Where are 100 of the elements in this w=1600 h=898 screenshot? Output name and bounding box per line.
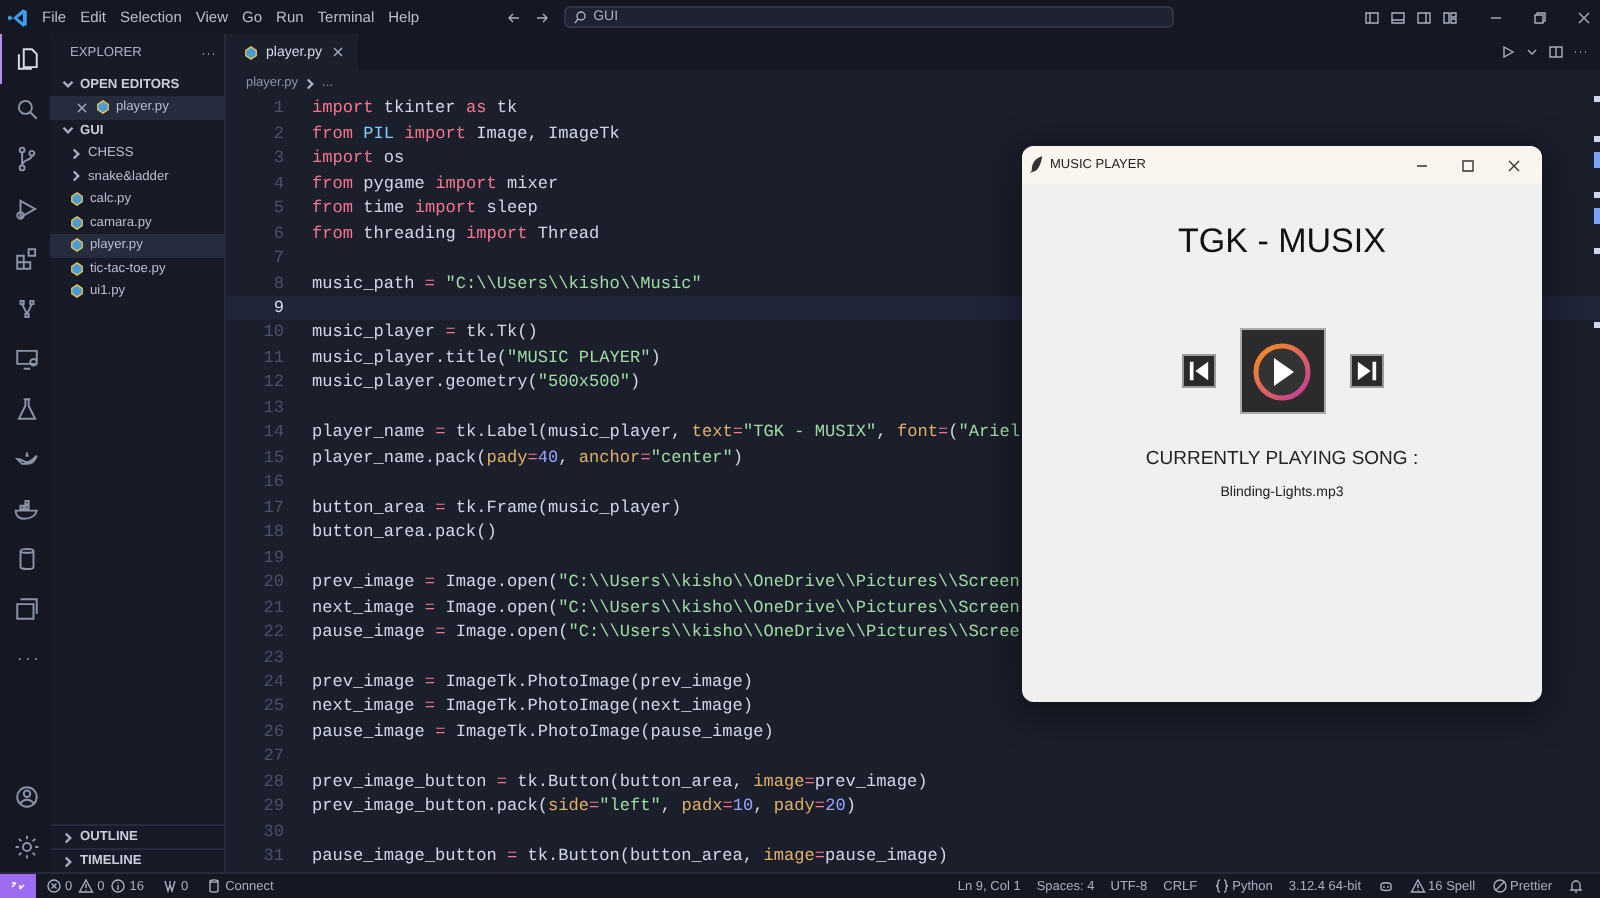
code-line: pause_image = Image.open("C:\\Users\\kisho\\OneDrive\\Pictures\\Scree: [312, 622, 1020, 643]
line-number: 10: [261, 322, 284, 343]
previous-button[interactable]: [1181, 354, 1215, 388]
info-icon[interactable]: [110, 878, 127, 894]
search-icon: [573, 9, 590, 25]
run-icon[interactable]: [1500, 44, 1516, 60]
code-line: player_name = tk.Label(music_player, text="TGK - MUSIX", font=("Ariel: [312, 422, 1021, 443]
code-line: music_player.geometry("500x500"): [312, 372, 641, 393]
line-number: 11: [261, 347, 284, 368]
source-control-icon[interactable]: [13, 146, 39, 172]
code-line: music_path = "C:\\Users\\kisho\\Music": [312, 273, 702, 294]
warning-icon[interactable]: [78, 878, 95, 894]
close-icon[interactable]: [1506, 157, 1522, 173]
monitor-icon[interactable]: [13, 346, 39, 372]
caret-icon[interactable]: [1524, 44, 1540, 60]
flask-icon[interactable]: [13, 396, 39, 422]
close-icon[interactable]: [1576, 9, 1592, 25]
line-number: 18: [261, 522, 284, 543]
line-number: 22: [261, 622, 284, 643]
line-number: 23: [261, 647, 284, 668]
line-number: 9: [271, 297, 284, 318]
line-number: 13: [261, 397, 284, 418]
code-line: from time import sleep: [312, 198, 538, 219]
code-line: next_image = ImageTk.PhotoImage(next_image): [312, 696, 754, 717]
close-icon[interactable]: [74, 99, 90, 116]
python-file-icon: [244, 45, 258, 59]
line-number: 6: [271, 223, 284, 244]
forward-arrow-icon[interactable]: [533, 9, 550, 25]
line-number: 3: [271, 148, 284, 169]
error-icon[interactable]: [46, 878, 62, 894]
copilot-icon[interactable]: [1377, 878, 1394, 894]
line-number: 1: [271, 98, 284, 119]
code-line: player_name.pack(pady=40, anchor="center"): [312, 447, 744, 468]
code-line: from pygame import mixer: [312, 173, 559, 194]
line-number: 27: [261, 746, 284, 767]
line-number: 5: [271, 198, 284, 219]
extensions-icon[interactable]: [13, 246, 39, 272]
line-number: 7: [271, 248, 284, 269]
code-line: import os: [312, 148, 405, 169]
line-number: 8: [271, 273, 284, 294]
settings-icon[interactable]: [13, 834, 39, 860]
code-line: prev_image = ImageTk.PhotoImage(prev_image): [312, 672, 754, 693]
line-number: 12: [261, 372, 284, 393]
code-line: from threading import Thread: [312, 223, 600, 244]
split-editor-icon[interactable]: [1548, 44, 1564, 60]
code-line: button_area = tk.Frame(music_player): [312, 497, 682, 518]
files-icon[interactable]: [13, 46, 39, 72]
line-number: 16: [261, 472, 284, 493]
chevron-icon: [62, 78, 74, 91]
line-number: 2: [271, 123, 284, 144]
close-icon[interactable]: [330, 44, 347, 60]
line-number: 24: [261, 672, 284, 693]
code-line: pause_image_button = tk.Button(button_area, image=pause_image): [312, 846, 949, 867]
next-button[interactable]: [1349, 354, 1383, 388]
account-icon[interactable]: [13, 784, 39, 810]
remote-button[interactable]: [0, 874, 36, 898]
play-button[interactable]: [1239, 328, 1325, 414]
chevron-icon: [304, 77, 317, 89]
code-line: import tkinter as tk: [312, 98, 518, 119]
play-icon: [1250, 339, 1314, 403]
line-number: 28: [261, 771, 284, 792]
whale-icon[interactable]: [13, 496, 39, 522]
line-number: 31: [261, 846, 284, 867]
code-line: from PIL import Image, ImageTk: [312, 123, 620, 144]
restore-icon[interactable]: [1532, 9, 1548, 25]
run-debug-icon[interactable]: [13, 196, 39, 222]
cylinder-icon[interactable]: [206, 878, 223, 894]
line-number: 19: [261, 547, 284, 568]
line-number: 4: [271, 173, 284, 194]
line-number: 25: [261, 696, 284, 717]
line-number: 14: [261, 422, 284, 443]
windows-icon[interactable]: [13, 596, 39, 622]
bell-icon[interactable]: [1568, 878, 1584, 894]
sidebar-layout-icon[interactable]: [1364, 9, 1380, 25]
panel-layout-icon[interactable]: [1390, 9, 1406, 25]
secondary-sidebar-icon[interactable]: [1416, 9, 1432, 25]
skip-back-icon: [1187, 360, 1209, 382]
line-number: 17: [261, 497, 284, 518]
line-number: 15: [261, 447, 284, 468]
code-line: prev_image_button = tk.Button(button_area, image=prev_image): [312, 771, 928, 792]
line-number: 20: [261, 572, 284, 593]
layout-grid-icon[interactable]: [1442, 9, 1458, 25]
back-arrow-icon[interactable]: [505, 9, 522, 25]
code-line: next_image = Image.open("C:\\Users\\kisho\\OneDrive\\Pictures\\Screen: [312, 597, 1020, 618]
code-line: music_player.title("MUSIC PLAYER"): [312, 347, 661, 368]
blocked-icon[interactable]: [1491, 878, 1508, 894]
now-playing-label: CURRENTLY PLAYING SONG :: [1145, 448, 1419, 470]
code-line: music_player = tk.Tk(): [312, 322, 538, 343]
warning-icon[interactable]: [1409, 878, 1426, 894]
line-number: 29: [261, 796, 284, 817]
python-file-icon: [96, 100, 110, 115]
code-line: prev_image_button.pack(side="left", padx=10, pady=20): [312, 796, 856, 817]
line-number: 30: [261, 821, 284, 842]
braces-icon[interactable]: [1213, 878, 1230, 894]
code-line: button_area.pack(): [312, 522, 497, 543]
app-logo-icon: [8, 7, 28, 27]
code-line: prev_image = Image.open("C:\\Users\\kisho\\OneDrive\\Pictures\\Screen: [312, 572, 1020, 593]
search-icon[interactable]: [13, 96, 39, 122]
maximize-icon[interactable]: [1460, 157, 1476, 173]
app-heading: TGK - MUSIX: [1178, 222, 1386, 262]
